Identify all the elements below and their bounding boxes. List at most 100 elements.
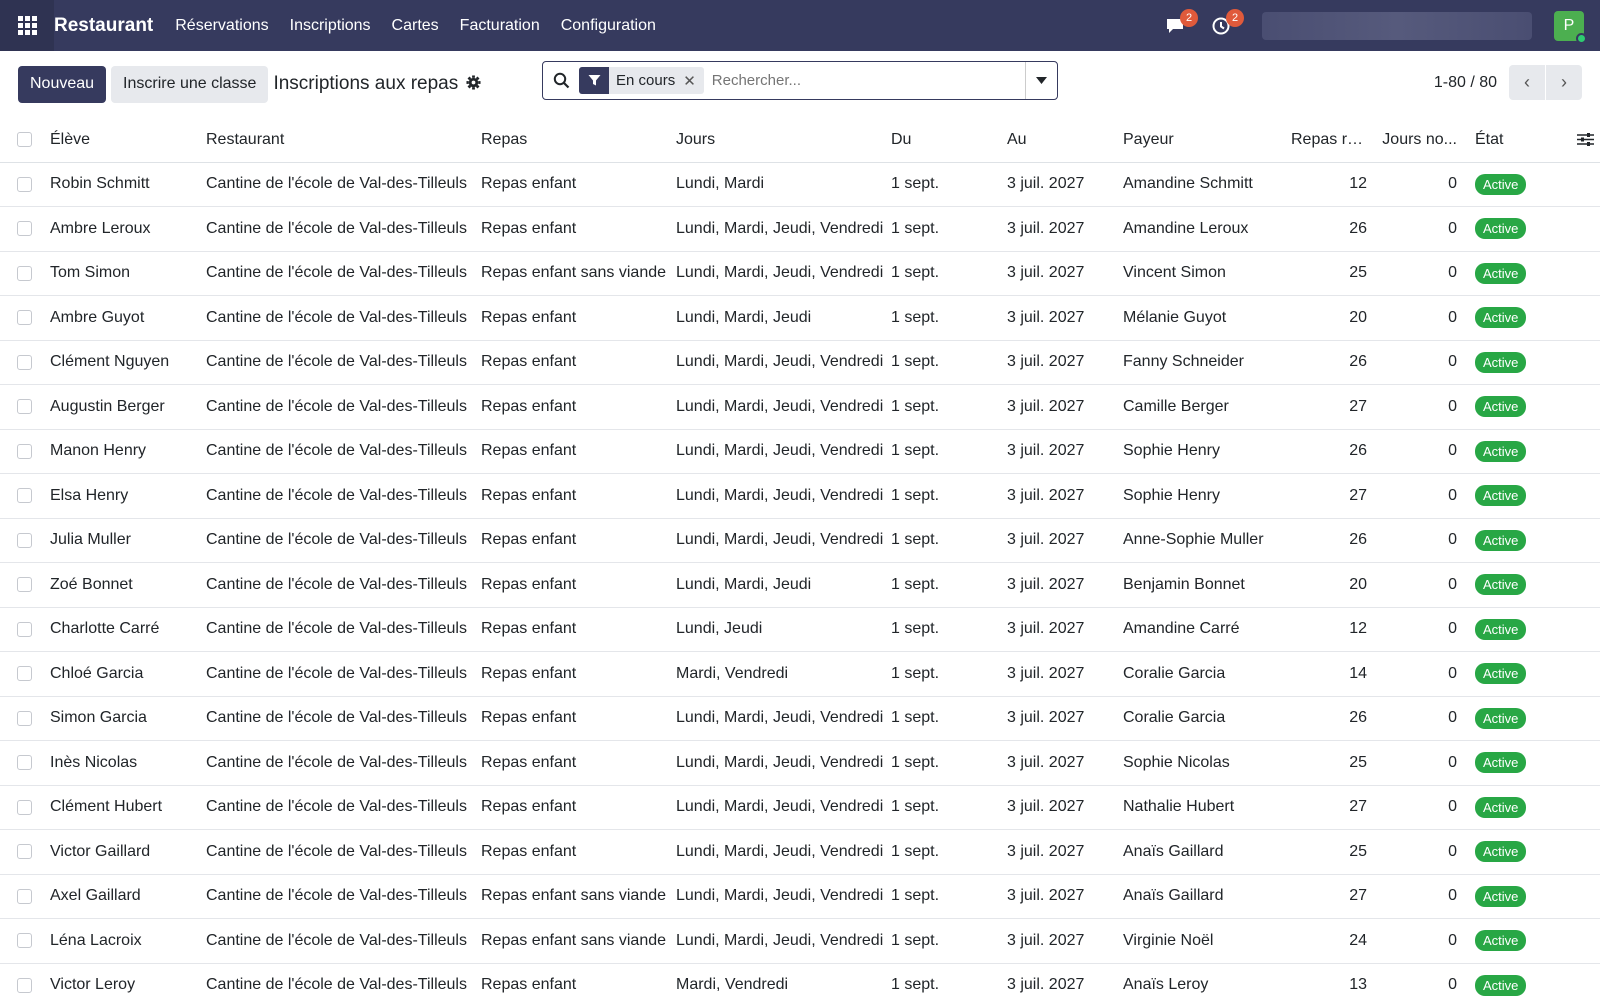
cell-payer: Anaïs Gaillard (1117, 874, 1285, 919)
optional-columns-toggle[interactable] (1553, 118, 1600, 163)
row-checkbox[interactable] (0, 607, 44, 652)
enroll-class-button[interactable]: Inscrire une classe (111, 65, 269, 103)
cell-payer: Sophie Nicolas (1117, 740, 1285, 786)
menu-item-inscriptions[interactable]: Inscriptions (290, 17, 371, 35)
row-checkbox[interactable] (0, 384, 44, 430)
row-checkbox[interactable] (0, 340, 44, 385)
cell-end-date: 3 juil. 2027 (1001, 206, 1117, 252)
menu-item-reservations[interactable]: Réservations (175, 17, 268, 35)
pager-value[interactable]: 1-80 / 80 (1434, 74, 1497, 92)
cell-payer: Vincent Simon (1117, 251, 1285, 296)
row-checkbox[interactable] (0, 874, 44, 919)
user-menu-blurred[interactable] (1262, 11, 1532, 40)
row-spacer (1553, 651, 1600, 697)
search-input[interactable] (711, 72, 1025, 89)
cell-payer: Sophie Henry (1117, 473, 1285, 519)
chevron-right-icon[interactable]: › (1546, 65, 1582, 100)
cell-start-date: 1 sept. (885, 340, 1001, 385)
row-checkbox[interactable] (0, 829, 44, 875)
select-all-checkbox[interactable] (0, 118, 44, 163)
row-checkbox[interactable] (0, 963, 44, 1000)
row-checkbox[interactable] (0, 295, 44, 341)
table-row[interactable]: Tom Simon Cantine de l'école de Val-des-T… (0, 251, 1600, 296)
cell-reserved-meals: 14 (1285, 651, 1373, 697)
table-row[interactable]: Ambre Guyot Cantine de l'école de Val-des… (0, 295, 1600, 341)
menu-item-cartes[interactable]: Cartes (392, 17, 439, 35)
cell-start-date: 1 sept. (885, 963, 1001, 1000)
row-checkbox[interactable] (0, 251, 44, 296)
cell-state: Active (1463, 651, 1553, 697)
pager: 1-80 / 80 ‹ › (1434, 65, 1582, 100)
table-row[interactable]: Léna Lacroix Cantine de l'école de Val-de… (0, 918, 1600, 964)
chevron-left-icon[interactable]: ‹ (1509, 65, 1545, 100)
table-row[interactable]: Ambre Leroux Cantine de l'école de Val-de… (0, 206, 1600, 252)
cell-student: Ambre Guyot (44, 295, 200, 341)
avatar[interactable]: P (1554, 10, 1587, 44)
cell-state: Active (1463, 963, 1553, 1000)
cell-state: Active (1463, 696, 1553, 741)
table-row[interactable]: Charlotte Carré Cantine de l'école de Val… (0, 607, 1600, 652)
table-row[interactable]: Robin Schmitt Cantine de l'école de Val-d… (0, 162, 1600, 207)
table-row[interactable]: Elsa Henry Cantine de l'école de Val-des-… (0, 473, 1600, 519)
row-checkbox[interactable] (0, 651, 44, 697)
column-header-payeur[interactable]: Payeur (1117, 118, 1285, 163)
column-header-eleve[interactable]: Élève (44, 118, 200, 163)
table-row[interactable]: Victor Gaillard Cantine de l'école de Val… (0, 829, 1600, 875)
row-checkbox[interactable] (0, 696, 44, 741)
cell-days-off: 0 (1373, 295, 1463, 341)
apps-menu-icon[interactable] (0, 0, 54, 51)
cell-start-date: 1 sept. (885, 384, 1001, 430)
cell-meal: Repas enfant sans viande (475, 874, 670, 919)
row-spacer (1553, 518, 1600, 563)
table-row[interactable]: Clément Nguyen Cantine de l'école de Val-… (0, 340, 1600, 385)
search-icon[interactable] (543, 72, 579, 89)
activities-button[interactable]: 2 (1206, 8, 1244, 41)
column-header-repas[interactable]: Repas (475, 118, 670, 163)
column-header-etat[interactable]: État (1463, 118, 1553, 163)
row-spacer (1553, 918, 1600, 964)
column-header-jours-non[interactable]: Jours no... (1373, 118, 1463, 163)
row-checkbox[interactable] (0, 740, 44, 786)
table-row[interactable]: Augustin Berger Cantine de l'école de Val… (0, 384, 1600, 430)
row-checkbox[interactable] (0, 518, 44, 563)
table-row[interactable]: Manon Henry Cantine de l'école de Val-des… (0, 429, 1600, 474)
menu-item-facturation[interactable]: Facturation (460, 17, 540, 35)
column-header-restaurant[interactable]: Restaurant (200, 118, 475, 163)
close-icon[interactable]: ✕ (683, 72, 704, 90)
new-button[interactable]: Nouveau (18, 65, 107, 103)
table-row[interactable]: Julia Muller Cantine de l'école de Val-de… (0, 518, 1600, 563)
cell-meal: Repas enfant (475, 785, 670, 830)
menu-item-configuration[interactable]: Configuration (561, 17, 656, 35)
table-row[interactable]: Clément Hubert Cantine de l'école de Val-… (0, 785, 1600, 830)
app-brand[interactable]: Restaurant (54, 15, 153, 37)
table-row[interactable]: Axel Gaillard Cantine de l'école de Val-d… (0, 874, 1600, 919)
row-checkbox[interactable] (0, 162, 44, 207)
table-row[interactable]: Victor Leroy Cantine de l'école de Val-de… (0, 963, 1600, 1000)
row-checkbox[interactable] (0, 473, 44, 519)
column-header-jours[interactable]: Jours (670, 118, 885, 163)
cell-end-date: 3 juil. 2027 (1001, 740, 1117, 786)
row-checkbox[interactable] (0, 785, 44, 830)
messages-button[interactable]: 2 (1160, 8, 1198, 41)
cell-reserved-meals: 27 (1285, 874, 1373, 919)
column-header-au[interactable]: Au (1001, 118, 1117, 163)
cell-meal: Repas enfant (475, 740, 670, 786)
gear-icon[interactable] (466, 74, 481, 94)
table-row[interactable]: Simon Garcia Cantine de l'école de Val-de… (0, 696, 1600, 741)
table-row[interactable]: Inès Nicolas Cantine de l'école de Val-de… (0, 740, 1600, 786)
row-checkbox[interactable] (0, 429, 44, 474)
cell-days-off: 0 (1373, 918, 1463, 964)
row-checkbox[interactable] (0, 918, 44, 964)
table-row[interactable]: Chloé Garcia Cantine de l'école de Val-de… (0, 651, 1600, 697)
row-spacer (1553, 829, 1600, 875)
column-header-du[interactable]: Du (885, 118, 1001, 163)
row-checkbox[interactable] (0, 206, 44, 252)
cell-meal: Repas enfant (475, 696, 670, 741)
row-checkbox[interactable] (0, 562, 44, 608)
column-header-repas-reserves[interactable]: Repas ré... (1285, 118, 1373, 163)
table-row[interactable]: Zoé Bonnet Cantine de l'école de Val-des-… (0, 562, 1600, 608)
cell-end-date: 3 juil. 2027 (1001, 696, 1117, 741)
cell-end-date: 3 juil. 2027 (1001, 562, 1117, 608)
cell-student: Tom Simon (44, 251, 200, 296)
search-options-toggle[interactable] (1025, 62, 1057, 99)
